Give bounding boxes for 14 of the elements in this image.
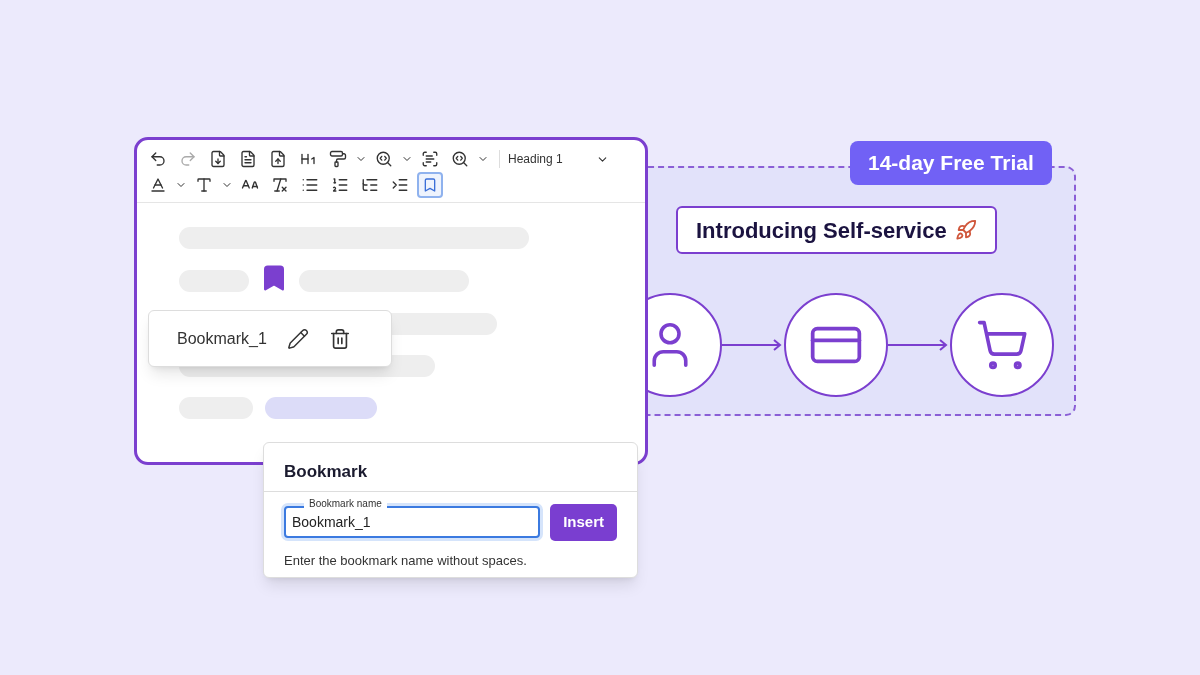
delete-icon[interactable] [328, 327, 351, 350]
rocket-icon [954, 219, 977, 241]
insert-button[interactable]: Insert [550, 503, 617, 541]
edit-icon[interactable] [286, 327, 309, 350]
bookmark-name-field[interactable]: Bookmark_1 [284, 506, 541, 538]
bookmark-tool-icon[interactable] [417, 172, 443, 198]
arrow-icon [888, 338, 950, 352]
headline-text: Introducing Self-service [696, 216, 947, 245]
dialog-title: Bookmark [284, 462, 368, 481]
arrow-icon [722, 338, 784, 352]
bookmark-name: Bookmark_1 [177, 328, 267, 349]
style-dropdown[interactable]: Heading 1 [499, 150, 609, 168]
hint-text: Enter the bookmark name without spaces. [283, 551, 528, 570]
trial-badge: 14-day Free Trial [850, 141, 1052, 185]
